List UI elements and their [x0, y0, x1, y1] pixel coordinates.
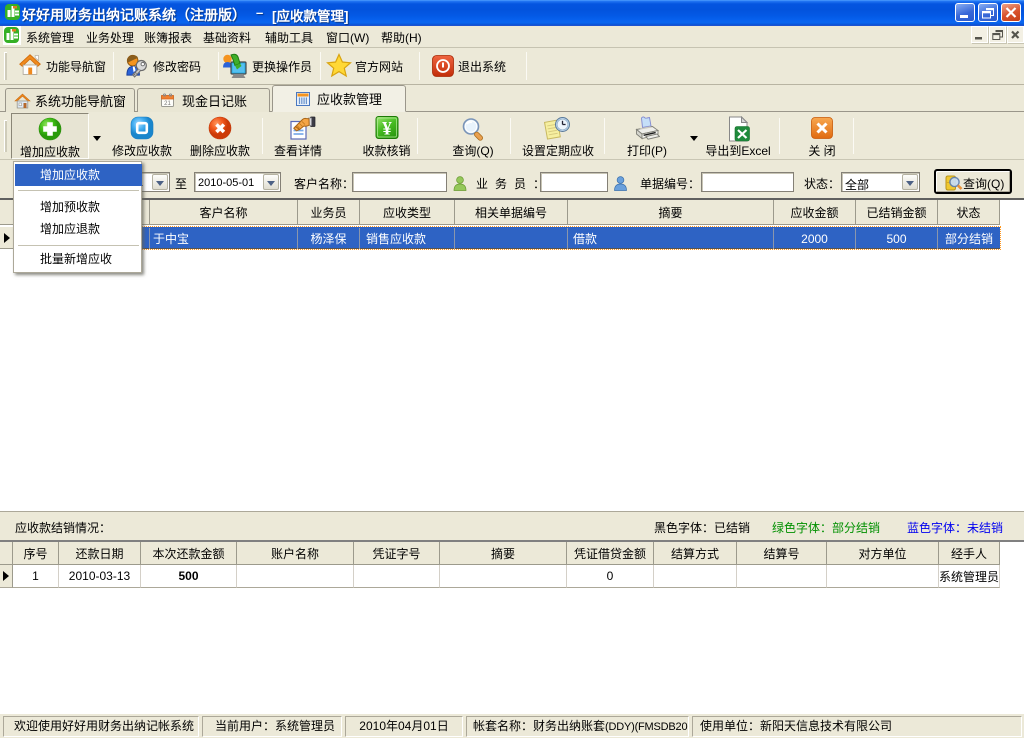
svg-text:¥: ¥: [382, 119, 392, 140]
svg-text:21: 21: [164, 101, 171, 107]
